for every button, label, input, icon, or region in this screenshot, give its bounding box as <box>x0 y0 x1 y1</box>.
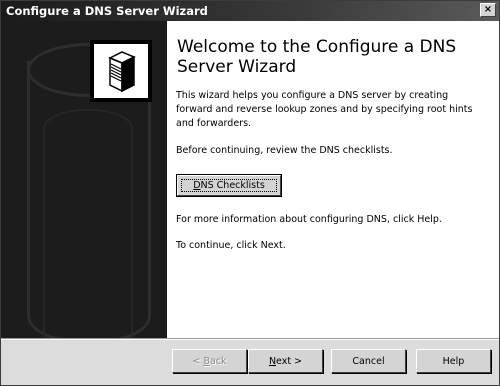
next-button-label: Next > <box>268 355 303 367</box>
continue-text: To continue, click Next. <box>176 240 286 251</box>
cancel-button-label: Cancel <box>352 355 385 367</box>
title-bar[interactable]: Configure a DNS Server Wizard × <box>1 1 499 21</box>
server-icon <box>108 51 136 93</box>
close-button[interactable]: × <box>480 3 496 17</box>
back-button[interactable]: < Back <box>172 349 247 373</box>
wizard-window: Configure a DNS Server Wizard × Welcome … <box>0 0 500 386</box>
focus-indicator <box>181 179 277 192</box>
page-title: Welcome to the Configure a DNS Server Wi… <box>177 37 457 77</box>
cancel-button[interactable]: Cancel <box>331 349 406 373</box>
window-title: Configure a DNS Server Wizard <box>6 4 208 18</box>
next-button[interactable]: Next > <box>248 349 323 373</box>
help-button-label: Help <box>442 355 465 367</box>
help-button[interactable]: Help <box>416 349 491 373</box>
review-text: Before continuing, review the DNS checkl… <box>176 145 393 156</box>
server-icon-frame <box>90 40 152 102</box>
back-button-label: < Back <box>192 355 227 367</box>
cylinder-inner-graphic <box>43 109 133 338</box>
close-icon: × <box>483 4 493 15</box>
footer-separator <box>1 338 499 340</box>
help-info-text: For more information about configuring D… <box>176 214 442 225</box>
dns-checklists-button[interactable]: DNS Checklists <box>176 174 282 197</box>
server-icon-background <box>94 44 148 98</box>
intro-text: This wizard helps you configure a DNS se… <box>176 90 473 129</box>
